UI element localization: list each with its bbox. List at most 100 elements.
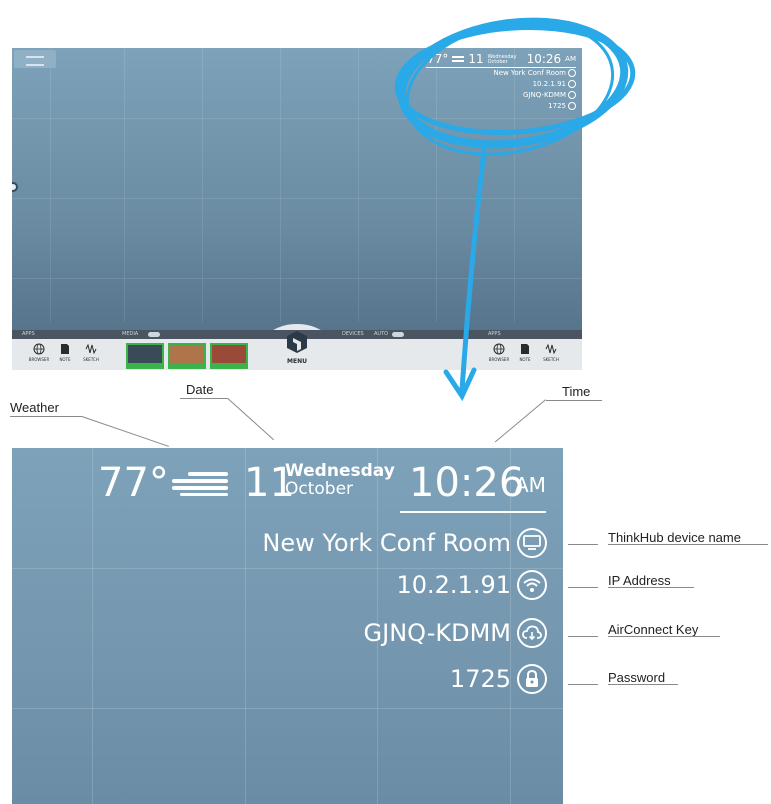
mini-ip-text: 10.2.1.91 xyxy=(532,80,566,88)
top-drawer-tab[interactable] xyxy=(14,50,56,68)
mini-status-panel: 77° 11 Wednesday October 10:26 AM New York… xyxy=(426,52,576,112)
date-month: October xyxy=(285,479,354,499)
callout-device-name: ThinkHub device name xyxy=(608,530,741,545)
browser-app-label-right: BROWSER xyxy=(488,357,510,362)
media-label: MEDIA xyxy=(122,331,139,337)
mini-device-name: New York Conf Room xyxy=(426,68,576,79)
mini-monitor-icon xyxy=(568,69,576,77)
grid-line xyxy=(92,448,93,804)
mini-lock-icon xyxy=(568,102,576,110)
sketch-app-label: SKETCH xyxy=(83,357,99,362)
callout-line xyxy=(494,399,546,443)
callout-line xyxy=(608,636,720,637)
side-handle-icon[interactable] xyxy=(12,182,18,192)
callout-weather: Weather xyxy=(10,400,59,415)
note-app-label: NOTE xyxy=(59,357,71,362)
media-toggle[interactable] xyxy=(148,332,160,337)
mini-wifi-icon xyxy=(568,80,576,88)
password-row: 1725 xyxy=(450,664,547,694)
grid-line xyxy=(12,568,563,569)
wind-icon xyxy=(172,472,228,496)
callout-line xyxy=(568,636,598,637)
mini-temperature: 77° xyxy=(427,52,449,66)
highlight-arrow-head xyxy=(443,367,477,402)
note-app-label-right: NOTE xyxy=(519,357,531,362)
callout-line xyxy=(608,544,768,545)
mini-date-text: Wednesday October xyxy=(488,52,517,66)
airconnect-key-row: GJNQ-KDMM xyxy=(364,618,547,648)
callout-password: Password xyxy=(608,670,666,685)
grid-line xyxy=(50,48,51,322)
clock-ampm: AM xyxy=(515,473,546,497)
grid-line xyxy=(280,48,281,322)
grid-line xyxy=(12,118,582,119)
callout-line xyxy=(227,398,275,441)
browser-app-button-right[interactable]: BROWSER xyxy=(488,343,510,362)
grid-line xyxy=(12,708,563,709)
lock-icon xyxy=(517,664,547,694)
callout-time: Time xyxy=(562,384,591,399)
mini-ampm: AM xyxy=(565,55,576,63)
media-thumbnail[interactable] xyxy=(168,343,206,369)
callout-date: Date xyxy=(186,382,214,397)
password: 1725 xyxy=(449,665,511,693)
apps-label-right: APPS xyxy=(488,331,501,337)
callout-line xyxy=(568,684,598,685)
mini-ip-address: 10.2.1.91 xyxy=(426,79,576,90)
mini-device-name-text: New York Conf Room xyxy=(493,69,566,77)
airconnect-key: GJNQ-KDMM xyxy=(363,619,511,647)
menu-label: MENU xyxy=(287,358,307,365)
mini-password-text: 1725 xyxy=(548,102,566,110)
globe-icon xyxy=(33,343,45,355)
note-icon xyxy=(521,344,529,354)
grid-line xyxy=(124,48,125,322)
callout-line xyxy=(568,544,598,545)
grid-line xyxy=(202,48,203,322)
apps-label-left: APPS xyxy=(22,331,35,337)
callout-line xyxy=(180,398,228,399)
mini-day: 11 xyxy=(468,52,484,66)
sketch-icon xyxy=(85,343,97,355)
sketch-app-label-right: SKETCH xyxy=(543,357,559,362)
callout-line xyxy=(81,416,169,447)
grid-line xyxy=(12,198,582,199)
device-name-row: New York Conf Room xyxy=(262,528,547,558)
mini-cloud-icon xyxy=(568,91,576,99)
note-icon xyxy=(61,344,69,354)
callout-line xyxy=(546,400,602,401)
menu-logo-icon xyxy=(287,331,307,353)
ip-address-row: 10.2.1.91 xyxy=(396,570,547,600)
media-thumbnail[interactable] xyxy=(210,343,248,369)
globe-icon xyxy=(493,343,505,355)
auto-label: AUTO xyxy=(374,331,389,337)
menu-button[interactable]: MENU xyxy=(283,330,311,365)
cloud-icon xyxy=(517,618,547,648)
sketch-app-button-right[interactable]: SKETCH xyxy=(540,343,562,362)
browser-app-label: BROWSER xyxy=(28,357,50,362)
callout-line xyxy=(608,684,678,685)
callout-airconnect-key: AirConnect Key xyxy=(608,622,699,637)
device-name: New York Conf Room xyxy=(262,529,511,557)
temperature: 77° xyxy=(98,460,169,506)
callout-line xyxy=(568,587,598,588)
date-weekday: Wednesday xyxy=(285,461,395,481)
wifi-icon xyxy=(517,570,547,600)
grid-line xyxy=(358,48,359,322)
sketch-app-button[interactable]: SKETCH xyxy=(80,343,102,362)
auto-toggle[interactable] xyxy=(392,332,404,337)
sketch-icon xyxy=(545,343,557,355)
mini-password: 1725 xyxy=(426,101,576,112)
note-app-button-right[interactable]: NOTE xyxy=(514,343,536,362)
note-app-button[interactable]: NOTE xyxy=(54,343,76,362)
mini-airconnect-key: GJNQ-KDMM xyxy=(426,90,576,101)
monitor-icon xyxy=(517,528,547,558)
devices-label: DEVICES xyxy=(342,331,364,337)
grid-line xyxy=(12,278,582,279)
status-zoom-panel: 77° 11 Wednesday October 10:26 AM New Yo… xyxy=(12,448,563,804)
browser-app-button[interactable]: BROWSER xyxy=(28,343,50,362)
ip-address: 10.2.1.91 xyxy=(396,571,511,599)
mini-month: October xyxy=(487,59,508,65)
callout-line xyxy=(10,416,82,417)
mini-time: 10:26 xyxy=(526,52,562,66)
media-thumbnail[interactable] xyxy=(126,343,164,369)
